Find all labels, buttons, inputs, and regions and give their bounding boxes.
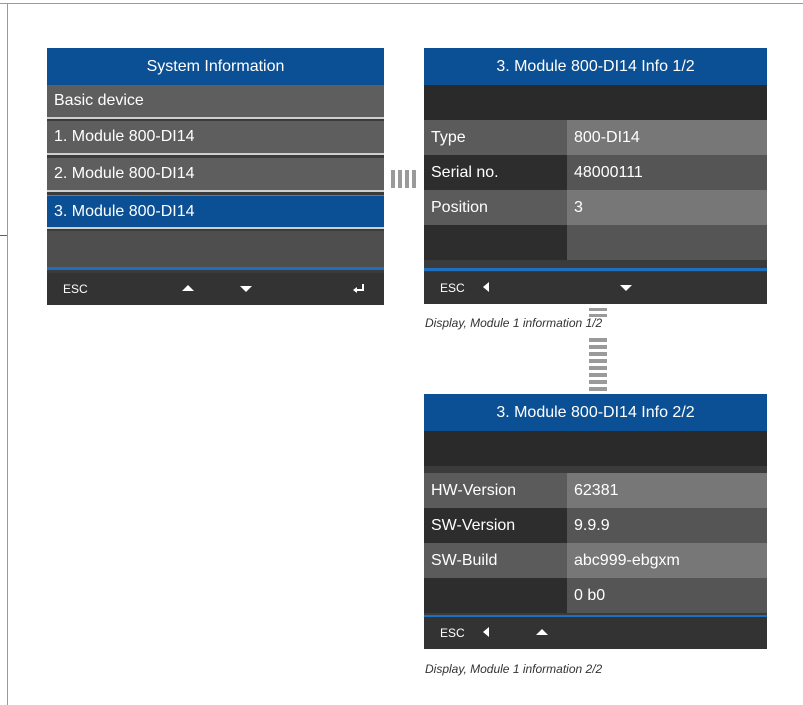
info-row-sw-version: SW-Version 9.9.9 xyxy=(424,508,767,543)
down-arrow-icon[interactable] xyxy=(240,286,252,292)
info-key: Type xyxy=(424,120,567,155)
info-key: SW-Version xyxy=(424,508,567,543)
softkey-bar: ESC xyxy=(424,272,767,304)
softkey-bar: ESC xyxy=(47,273,384,305)
connector-vertical xyxy=(589,338,607,391)
module-info-screen-1: 3. Module 800-DI14 Info 1/2 Type 800-DI1… xyxy=(424,48,767,304)
up-arrow-icon[interactable] xyxy=(536,629,548,635)
esc-button[interactable]: ESC xyxy=(63,282,88,296)
empty-row xyxy=(424,431,767,466)
footer-divider xyxy=(424,268,767,271)
empty-row xyxy=(47,231,384,267)
screen-title: 3. Module 800-DI14 Info 1/2 xyxy=(424,48,767,86)
system-information-screen: System Information Basic device 1. Modul… xyxy=(47,48,384,305)
caption-page-1: Display, Module 1 information 1/2 xyxy=(425,316,603,330)
caption-page-2: Display, Module 1 information 2/2 xyxy=(425,662,603,676)
menu-item-label: 1. Module 800-DI14 xyxy=(54,128,195,145)
left-arrow-icon[interactable] xyxy=(483,627,489,637)
menu-item-module-2[interactable]: 2. Module 800-DI14 xyxy=(47,158,384,192)
info-row-sw-build: SW-Build abc999-ebgxm xyxy=(424,543,767,578)
menu-item-module-3[interactable]: 3. Module 800-DI14 xyxy=(47,195,384,229)
info-key: Serial no. xyxy=(424,155,567,190)
info-row-position: Position 3 xyxy=(424,190,767,225)
info-value: 9.9.9 xyxy=(567,508,767,543)
enter-icon[interactable] xyxy=(353,284,365,294)
info-key xyxy=(424,578,567,613)
softkey-bar: ESC xyxy=(424,617,767,649)
esc-button[interactable]: ESC xyxy=(440,626,465,640)
info-row-hw-version: HW-Version 62381 xyxy=(424,473,767,508)
screen-title: System Information xyxy=(47,48,384,86)
info-value: 3 xyxy=(567,190,767,225)
connector-vertical xyxy=(589,308,607,317)
esc-button[interactable]: ESC xyxy=(440,281,465,295)
screen-title: 3. Module 800-DI14 Info 2/2 xyxy=(424,394,767,432)
info-value: 48000111 xyxy=(567,155,767,190)
info-key: Position xyxy=(424,190,567,225)
info-key xyxy=(424,225,567,260)
info-key: SW-Build xyxy=(424,543,567,578)
menu-item-basic-device[interactable]: Basic device xyxy=(47,85,384,119)
info-value: 62381 xyxy=(567,473,767,508)
info-row-type: Type 800-DI14 xyxy=(424,120,767,155)
down-arrow-icon[interactable] xyxy=(620,285,632,291)
red-marker-line xyxy=(0,235,7,236)
info-value xyxy=(567,225,767,260)
left-arrow-icon[interactable] xyxy=(483,282,489,292)
info-row-build-extra: 0 b0 xyxy=(424,578,767,613)
info-key: HW-Version xyxy=(424,473,567,508)
info-value: 800-DI14 xyxy=(567,120,767,155)
up-arrow-icon[interactable] xyxy=(182,285,194,291)
info-row-empty xyxy=(424,225,767,260)
connector-horizontal xyxy=(391,170,416,188)
menu-item-label: Basic device xyxy=(54,92,144,109)
frame-top-border xyxy=(0,3,803,4)
footer-divider xyxy=(47,267,384,270)
menu-item-module-1[interactable]: 1. Module 800-DI14 xyxy=(47,121,384,155)
info-row-serial: Serial no. 48000111 xyxy=(424,155,767,190)
module-info-screen-2: 3. Module 800-DI14 Info 2/2 HW-Version 6… xyxy=(424,394,767,649)
menu-item-label: 2. Module 800-DI14 xyxy=(54,165,195,182)
menu-item-label: 3. Module 800-DI14 xyxy=(54,202,195,220)
empty-row xyxy=(424,85,767,120)
frame-left-border xyxy=(7,3,8,705)
info-value: 0 b0 xyxy=(567,578,767,613)
info-value: abc999-ebgxm xyxy=(567,543,767,578)
